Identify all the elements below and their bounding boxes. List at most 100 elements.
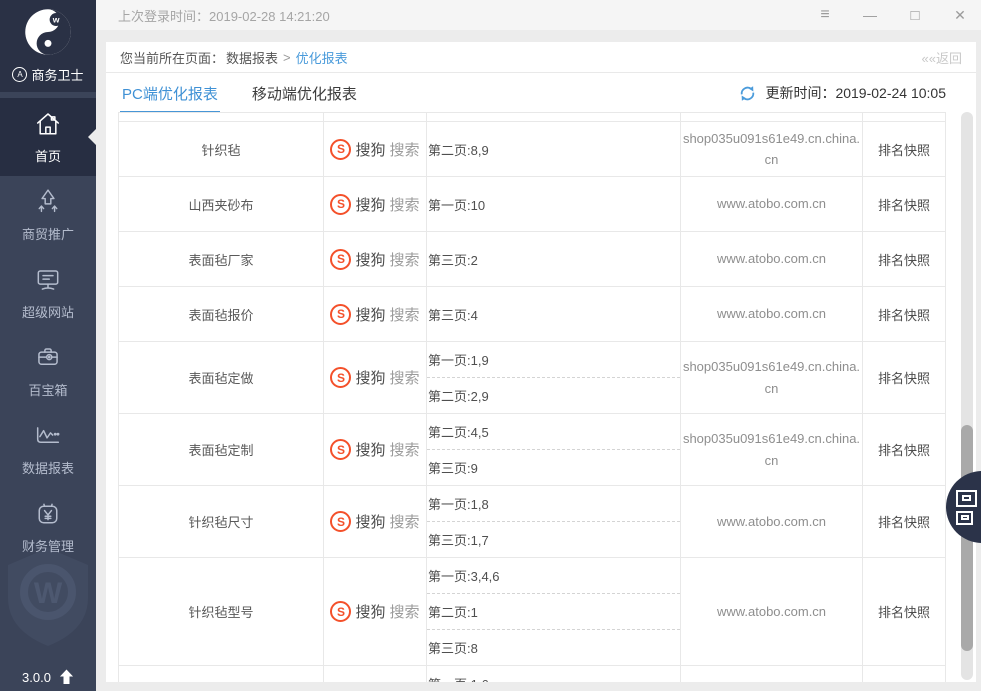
rank-snapshot-link[interactable]: 排名快照 <box>863 558 946 666</box>
breadcrumb-prefix: 您当前所在页面： <box>120 48 224 67</box>
last-login-text: 上次登录时间：2019-02-28 14:21:20 <box>118 6 330 25</box>
table-row: 针织毡S搜狗搜索第二页:8,9shop035u091s61e49.cn.chin… <box>119 122 946 177</box>
update-time-text: 更新时间：2019-02-24 10:05 <box>765 83 946 103</box>
page-rank-line: 第一页:1,8 <box>427 486 680 522</box>
tab-pc-report[interactable]: PC端优化报表 <box>120 73 220 113</box>
rank-snapshot-link[interactable]: 排名快照 <box>863 122 946 177</box>
rank-pages-cell: 第一页:1,8第三页:1,7 <box>427 486 681 558</box>
rank-pages-cell: 第二页:8,9 <box>427 122 681 177</box>
engine-name-bold: 搜狗 <box>355 194 385 215</box>
table-row: 针织毡尺寸S搜狗搜索第一页:1,8第三页:1,7www.atobo.com.cn… <box>119 486 946 558</box>
sidebar-item-toolbox[interactable]: 百宝箱 <box>0 332 96 410</box>
table-row: 表面毡定制S搜狗搜索第二页:4,5第三页:9shop035u091s61e49.… <box>119 414 946 486</box>
svg-text:w: w <box>52 15 60 25</box>
search-engine-cell: S搜狗搜索 <box>324 232 427 287</box>
finance-icon <box>33 499 63 529</box>
keyword-cell: 表面毡报价 <box>119 287 324 342</box>
rank-snapshot-link[interactable]: 排名快照 <box>863 666 946 683</box>
site-url-cell: shop035u091s61e49.cn.china.cn <box>681 414 863 486</box>
report-icon <box>33 421 63 451</box>
engine-name-light: 搜索 <box>390 249 420 270</box>
engine-name-bold: 搜狗 <box>355 367 385 388</box>
table-row: 表面毡报价S搜狗搜索第三页:4www.atobo.com.cn排名快照 <box>119 287 946 342</box>
sogou-search-logo: S搜狗搜索 <box>330 511 419 532</box>
website-icon <box>33 265 63 295</box>
search-engine-cell: S搜狗搜索 <box>324 486 427 558</box>
engine-name-bold: 搜狗 <box>355 439 385 460</box>
keyword-cell: 针织毡尺寸 <box>119 486 324 558</box>
rank-snapshot-link[interactable]: 排名快照 <box>863 486 946 558</box>
search-engine-cell: S搜狗搜索 <box>324 287 427 342</box>
rank-snapshot-link[interactable]: 排名快照 <box>863 232 946 287</box>
maximize-icon[interactable]: □ <box>908 7 922 24</box>
tab-mobile-report[interactable]: 移动端优化报表 <box>250 73 359 113</box>
update-arrow-icon[interactable] <box>59 669 74 685</box>
sogou-icon: S <box>330 367 351 388</box>
report-table-wrap: 针织毡S搜狗搜索第二页:8,9shop035u091s61e49.cn.chin… <box>118 112 946 682</box>
window-controls: ≡ — □ ✕ <box>818 6 967 24</box>
rank-snapshot-link[interactable]: 排名快照 <box>863 287 946 342</box>
menu-icon[interactable]: ≡ <box>818 6 832 24</box>
search-engine-cell: S搜狗搜索 <box>324 666 427 683</box>
engine-name-light: 搜索 <box>390 601 420 622</box>
page-rank-line: 第二页:1 <box>427 594 680 630</box>
site-url-cell: www.atobo.com.cn <box>681 666 863 683</box>
keyword-cell: 表面毡定做 <box>119 342 324 414</box>
sogou-search-logo: S搜狗搜索 <box>330 601 419 622</box>
breadcrumb-current[interactable]: 优化报表 <box>296 48 348 67</box>
sogou-icon: S <box>330 139 351 160</box>
rank-snapshot-link[interactable]: 排名快照 <box>863 177 946 232</box>
rank-pages-cell: 第一页:1,6第二页:2,7 <box>427 666 681 683</box>
sogou-search-logo: S搜狗搜索 <box>330 194 419 215</box>
sidebar-item-promote[interactable]: 商贸推广 <box>0 176 96 254</box>
sidebar-item-label: 百宝箱 <box>28 380 67 399</box>
sidebar-item-home[interactable]: 首页 <box>0 98 96 176</box>
refresh-icon[interactable] <box>739 85 756 102</box>
engine-name-bold: 搜狗 <box>355 249 385 270</box>
site-url-cell: www.atobo.com.cn <box>681 177 863 232</box>
sidebar-item-website[interactable]: 超级网站 <box>0 254 96 332</box>
rank-pages-cell: 第三页:4 <box>427 287 681 342</box>
table-row: 表面毡定做S搜狗搜索第一页:1,9第二页:2,9shop035u091s61e4… <box>119 342 946 414</box>
sidebar-item-label: 首页 <box>35 146 61 165</box>
sidebar-item-label: 财务管理 <box>22 536 74 555</box>
site-url-cell: shop035u091s61e49.cn.china.cn <box>681 122 863 177</box>
rank-snapshot-link[interactable]: 排名快照 <box>863 414 946 486</box>
breadcrumb-section: 数据报表 <box>226 48 278 67</box>
page-rank-line: 第一页:3,4,6 <box>427 558 680 594</box>
rank-pages-cell: 第一页:10 <box>427 177 681 232</box>
sidebar-item-label: 商贸推广 <box>22 224 74 243</box>
rank-snapshot-link[interactable]: 排名快照 <box>863 342 946 414</box>
search-engine-cell: S搜狗搜索 <box>324 414 427 486</box>
sidebar-item-finance[interactable]: 财务管理 <box>0 488 96 566</box>
sidebar-item-report[interactable]: 数据报表 <box>0 410 96 488</box>
report-table: 针织毡S搜狗搜索第二页:8,9shop035u091s61e49.cn.chin… <box>118 112 946 682</box>
search-engine-cell: S搜狗搜索 <box>324 342 427 414</box>
page-rank-line: 第二页:4,5 <box>427 414 680 450</box>
sogou-icon: S <box>330 601 351 622</box>
minimize-icon[interactable]: — <box>863 7 877 23</box>
sogou-search-logo: S搜狗搜索 <box>330 139 419 160</box>
engine-name-bold: 搜狗 <box>355 601 385 622</box>
keyword-cell: 针织毡规格 <box>119 666 324 683</box>
rank-pages-cell: 第二页:4,5第三页:9 <box>427 414 681 486</box>
page-rank-line: 第三页:8 <box>427 630 680 665</box>
home-icon <box>33 109 63 139</box>
page-rank-line: 第一页:1,6 <box>427 666 680 682</box>
keyword-cell: 针织毡型号 <box>119 558 324 666</box>
engine-name-bold: 搜狗 <box>355 304 385 325</box>
page-rank-line: 第三页:1,7 <box>427 522 680 557</box>
back-link[interactable]: ««返回 <box>922 48 962 67</box>
site-url-cell: www.atobo.com.cn <box>681 558 863 666</box>
sogou-icon: S <box>330 194 351 215</box>
page-rank-line: 第三页:9 <box>427 450 680 485</box>
brand-badge-icon: A <box>12 67 27 82</box>
engine-name-bold: 搜狗 <box>355 511 385 532</box>
sogou-search-logo: S搜狗搜索 <box>330 304 419 325</box>
page-rank-line: 第一页:10 <box>427 187 680 222</box>
engine-name-light: 搜索 <box>390 367 420 388</box>
close-icon[interactable]: ✕ <box>953 7 967 24</box>
sidebar: w A 商务卫士 首页商贸推广超级网站百宝箱数据报表财务管理 W 3.0.0 <box>0 0 96 691</box>
window-stack-icon <box>956 490 977 507</box>
table-scrollbar-track[interactable] <box>961 112 973 680</box>
